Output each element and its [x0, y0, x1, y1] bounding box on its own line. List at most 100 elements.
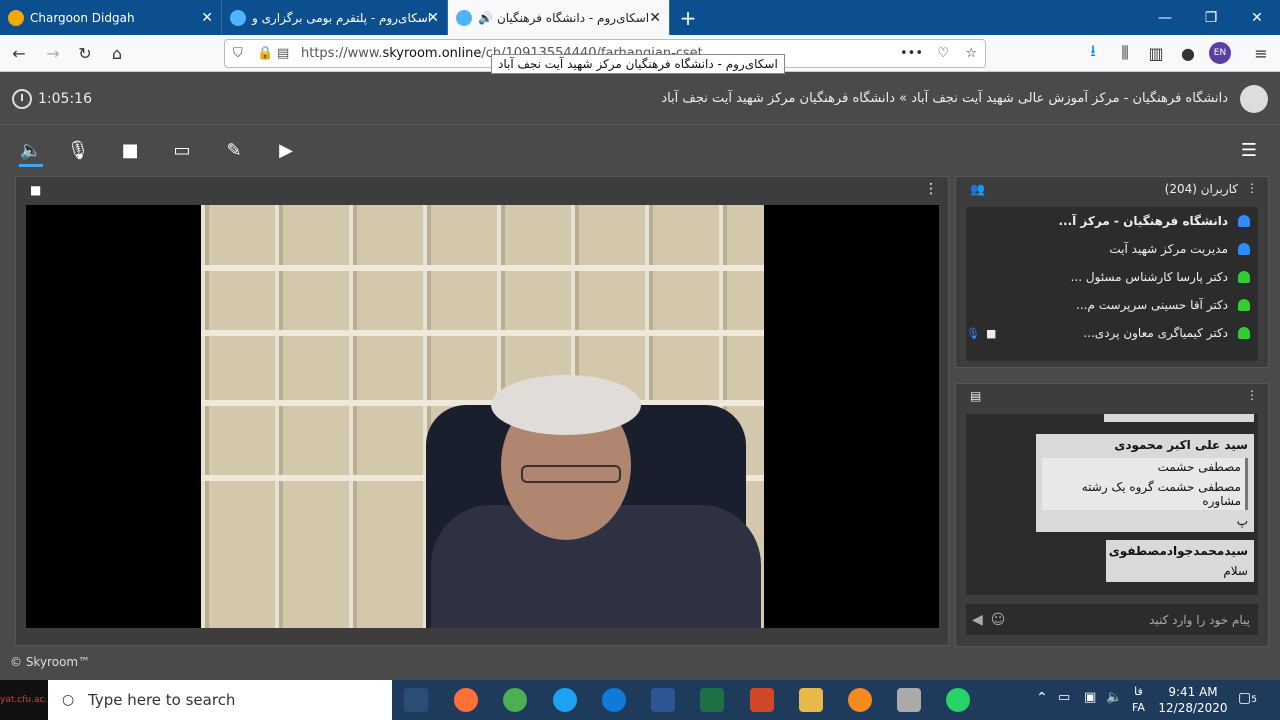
- download-icon[interactable]: ⭳: [1082, 41, 1104, 64]
- reader-icon: ▤: [277, 46, 290, 61]
- tab-skyroom-platform[interactable]: اسکای‌روم - پلتفرم بومی برگزاری و ✕: [222, 0, 448, 35]
- user-list-item[interactable]: دانشگاه فرهنگیان - مرکز آ...: [966, 207, 1258, 235]
- message-author: سیدمحمدجوادمصطفوی: [1108, 544, 1248, 558]
- speaker-icon[interactable]: 🔊: [478, 11, 493, 25]
- pocket-icon[interactable]: ♡: [937, 46, 949, 61]
- tab-chargoon[interactable]: Chargoon Didgah ✕: [0, 0, 222, 35]
- video-stream: [26, 205, 939, 628]
- message-text: پ: [1236, 514, 1248, 528]
- forward-icon[interactable]: →: [42, 42, 64, 64]
- app-icon[interactable]: [848, 688, 872, 712]
- search-placeholder: Type here to search: [88, 691, 236, 709]
- firefox-icon[interactable]: [454, 688, 478, 712]
- user-name: مدیریت مرکز شهید آیت: [1109, 242, 1228, 256]
- media-toolbar: 🔈 🎙 ■ ▭ ✎ ▶ ☰: [0, 126, 1280, 172]
- system-clock[interactable]: 9:41 AM 12/28/2020: [1158, 684, 1228, 716]
- language-badge[interactable]: EN: [1209, 42, 1231, 64]
- lang-top: فا: [1134, 685, 1143, 698]
- lang-bottom: FA: [1132, 701, 1145, 714]
- network-icon[interactable]: ▭: [1058, 690, 1070, 705]
- camera-icon[interactable]: ■: [118, 138, 142, 162]
- back-icon[interactable]: ←: [8, 42, 30, 64]
- reload-icon[interactable]: ↻: [74, 42, 96, 64]
- file-explorer-icon[interactable]: [799, 688, 823, 712]
- app-icon[interactable]: [897, 688, 921, 712]
- sidebar-icon[interactable]: ▥: [1145, 42, 1167, 64]
- speaker-icon[interactable]: 🔈: [19, 138, 43, 162]
- url-domain: skyroom.online: [382, 46, 482, 61]
- user-name: دکتر کیمیاگری معاون پردی...: [1083, 326, 1228, 340]
- copyright: © Skyroom™: [10, 655, 91, 669]
- restore-icon[interactable]: ❐: [1188, 0, 1234, 35]
- video-options-icon[interactable]: ⋮: [924, 181, 938, 197]
- notification-icon[interactable]: ▢5: [1238, 690, 1257, 706]
- chat-input[interactable]: پیام خود را وارد کنید ☺ ◀: [966, 604, 1258, 635]
- chevron-up-icon[interactable]: ⌃: [1036, 690, 1048, 706]
- tab-title: اسکای‌روم - پلتفرم بومی برگزاری و: [252, 10, 432, 25]
- more-icon[interactable]: •••: [900, 46, 923, 61]
- account-icon[interactable]: ●: [1177, 42, 1199, 64]
- library-icon[interactable]: ⫼: [1114, 42, 1136, 64]
- powerpoint-icon[interactable]: [750, 688, 774, 712]
- excel-icon[interactable]: [700, 688, 724, 712]
- emoji-icon[interactable]: ☺: [991, 612, 1006, 628]
- user-camera-icon: ■: [985, 326, 997, 340]
- close-icon[interactable]: ✕: [649, 10, 661, 26]
- quote-line: مصطفی حشمت گروه یک رشته مشاوره: [1081, 480, 1241, 508]
- edge-icon[interactable]: [602, 688, 626, 712]
- user-list-item[interactable]: مدیریت مرکز شهید آیت: [966, 235, 1258, 263]
- users-panel: 👥 کاربران (204) ⋮ دانشگاه فرهنگیان - مرک…: [955, 176, 1269, 368]
- home-icon[interactable]: ⌂: [106, 42, 128, 64]
- minimize-icon[interactable]: —: [1142, 0, 1188, 35]
- room-header: 1:05:16 دانشگاه فرهنگیان - مرکز آموزش عا…: [0, 73, 1280, 125]
- speaker-active-indicator: [19, 164, 43, 167]
- user-name: دانشگاه فرهنگیان - مرکز آ...: [1058, 214, 1228, 228]
- lock-icon: 🔒: [257, 46, 274, 61]
- chat-options-icon[interactable]: ⋮: [1246, 388, 1258, 402]
- browser-tab-bar: Chargoon Didgah ✕ اسکای‌روم - پلتفرم بوم…: [0, 0, 1280, 35]
- tab-tooltip: اسکای‌روم - دانشگاه فرهنگیان مرکز شهید آ…: [491, 54, 785, 74]
- task-view-icon[interactable]: [404, 688, 428, 712]
- battery-icon[interactable]: ▣: [1084, 690, 1096, 705]
- volume-icon[interactable]: 🔈: [1106, 690, 1122, 705]
- user-list-item[interactable]: دکتر آقا حسینی سرپرست م...: [966, 291, 1258, 319]
- internet-explorer-icon[interactable]: [553, 688, 577, 712]
- skyroom-favicon-icon: [230, 9, 246, 26]
- whatsapp-icon[interactable]: [946, 688, 970, 712]
- microphone-muted-icon[interactable]: 🎙: [66, 138, 90, 162]
- tab-skyroom-room[interactable]: 🔊 اسکای‌روم - دانشگاه فرهنگیان ✕: [448, 0, 670, 35]
- close-window-icon[interactable]: ✕: [1234, 0, 1280, 35]
- presentation-icon[interactable]: ▶: [274, 138, 298, 162]
- users-options-icon[interactable]: ⋮: [1246, 181, 1258, 195]
- send-icon[interactable]: ◀: [972, 612, 983, 628]
- start-button[interactable]: ayat.cfu.ac.ir: [0, 680, 53, 720]
- clock-date: 12/28/2020: [1158, 701, 1228, 715]
- session-timer: 1:05:16: [12, 89, 92, 109]
- chat-message: سید علی اکبر محمودی مصطفی حشمت مصطفی حشم…: [1036, 434, 1254, 532]
- user-list-item[interactable]: دکتر پارسا کارشناس مسئول ...: [966, 263, 1258, 291]
- chat-icon: ▤: [970, 389, 982, 403]
- tab-title: اسکای‌روم - دانشگاه فرهنگیان: [496, 10, 650, 25]
- video-camera-icon: ■: [30, 183, 42, 197]
- hamburger-menu-icon[interactable]: ☰: [1237, 138, 1261, 162]
- message-text: سلام: [1223, 564, 1248, 578]
- close-icon[interactable]: ✕: [427, 10, 439, 26]
- users-group-icon: 👥: [970, 182, 985, 196]
- bookmark-star-icon[interactable]: ☆: [965, 46, 977, 61]
- user-avatar-icon[interactable]: [1240, 85, 1268, 113]
- new-tab-button[interactable]: +: [670, 0, 706, 35]
- taskbar-search[interactable]: ○ Type here to search: [48, 680, 392, 720]
- language-indicator[interactable]: فا FA: [1132, 684, 1145, 716]
- clock-icon: [12, 89, 32, 109]
- close-icon[interactable]: ✕: [201, 10, 213, 26]
- quote-line: مصطفی حشمت: [1157, 460, 1241, 474]
- screen-share-icon[interactable]: ▭: [170, 138, 194, 162]
- menu-icon[interactable]: ≡: [1250, 42, 1272, 64]
- clock-time: 9:41 AM: [1168, 685, 1218, 699]
- word-icon[interactable]: [651, 688, 675, 712]
- chrome-icon[interactable]: [503, 688, 527, 712]
- user-status-icon: [1238, 327, 1250, 339]
- chat-panel: ▤ ⋮ سید علی اکبر محمودی مصطفی حشمت مصطفی…: [955, 383, 1269, 647]
- user-list-item[interactable]: دکتر کیمیاگری معاون پردی... ■ 🎙: [966, 319, 1258, 347]
- whiteboard-brush-icon[interactable]: ✎: [222, 138, 246, 162]
